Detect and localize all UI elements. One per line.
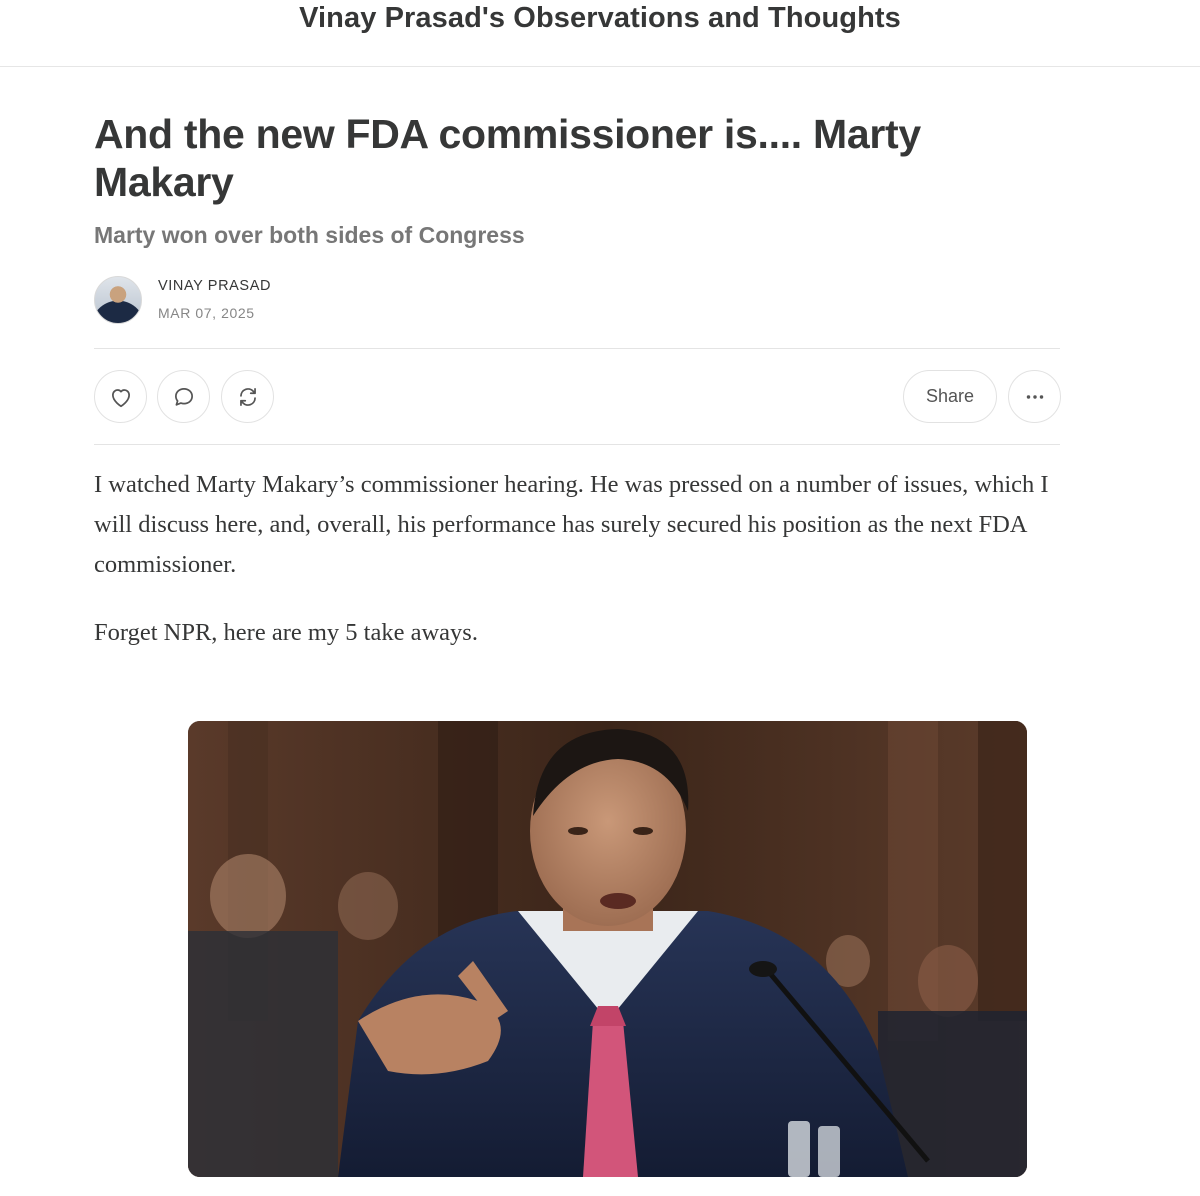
restack-button[interactable] [221, 370, 274, 423]
hearing-photo [188, 721, 1027, 1177]
author-name[interactable]: VINAY PRASAD [158, 278, 271, 294]
restack-icon [239, 387, 256, 406]
heart-icon [111, 388, 130, 407]
post-title: And the new FDA commissioner is.... Mart… [94, 111, 921, 205]
post-subtitle: Marty won over both sides of Congress [94, 222, 525, 248]
share-button[interactable]: Share [903, 370, 997, 423]
post-hero-image[interactable] [188, 721, 1027, 1177]
divider [94, 348, 1060, 349]
publication-title[interactable]: Vinay Prasad's Observations and Thoughts [299, 2, 901, 35]
body-paragraph: I watched Marty Makary’s commissioner he… [94, 471, 1049, 578]
like-button[interactable] [94, 370, 147, 423]
more-options-button[interactable] [1008, 370, 1061, 423]
post-date: MAR 07, 2025 [158, 305, 255, 321]
ellipsis-icon [1026, 394, 1043, 399]
author-avatar[interactable] [94, 276, 142, 324]
body-paragraph: Forget NPR, here are my 5 take aways. [94, 619, 478, 646]
divider [94, 444, 1060, 445]
publication-header: Vinay Prasad's Observations and Thoughts [0, 0, 1200, 67]
comment-icon [174, 387, 193, 406]
comment-button[interactable] [157, 370, 210, 423]
